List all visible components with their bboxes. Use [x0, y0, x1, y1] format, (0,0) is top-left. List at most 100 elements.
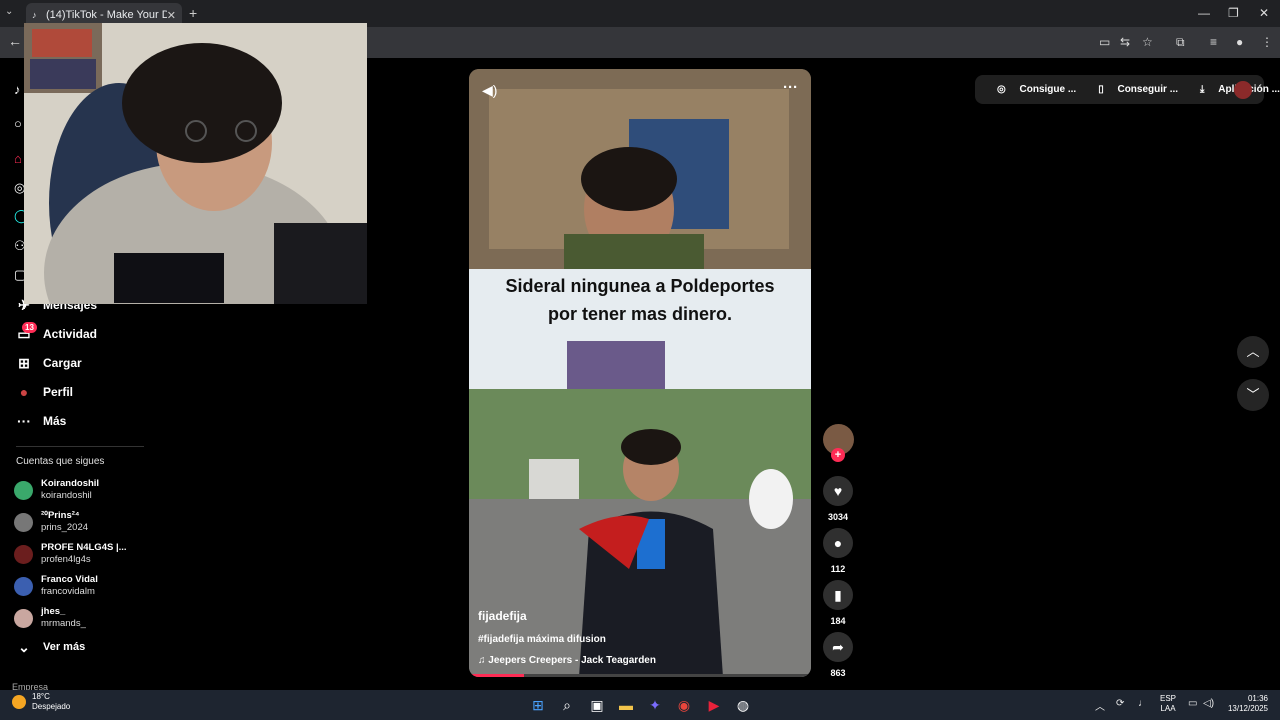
webcam-overlay: [24, 23, 367, 304]
clock-date: 13/12/2025: [1227, 704, 1268, 713]
account-name: Franco Vidal: [41, 574, 98, 585]
sidebar-item-label: Actividad: [43, 327, 98, 341]
minimize-icon[interactable]: —: [1198, 6, 1210, 20]
search-icon[interactable]: ⌕: [557, 695, 577, 715]
share-arrow-icon: ➦: [823, 632, 853, 662]
account-name: Koirandoshil: [41, 478, 100, 489]
get-app-label: Conseguir ...: [1117, 84, 1179, 95]
account-handle: mrmands_: [41, 618, 86, 629]
creator-avatar-button[interactable]: +: [822, 424, 854, 462]
get-coins-button[interactable]: ◎ Consigue ...: [986, 84, 1076, 95]
account-name: ²⁰Prins²⁴: [41, 510, 80, 521]
video-progress-bar[interactable]: [469, 674, 811, 677]
speaker-icon[interactable]: ◁): [1203, 698, 1214, 709]
taskbar: 18°C Despejado ⊞ ⌕ ▣ ▬ ✦ ◉ ▶ ◍ ︿ ⟳ ♩ ESP…: [0, 690, 1280, 720]
comment-count: 112: [830, 564, 846, 574]
clock-time: 01:36: [1247, 694, 1268, 703]
sidebar-item-label: Más: [43, 414, 67, 428]
follow-plus-icon[interactable]: +: [831, 448, 845, 462]
cast-icon[interactable]: ▭: [1099, 35, 1110, 49]
tab-title: (14)TikTok - Make Your Day: [46, 9, 167, 21]
file-explorer-icon[interactable]: ▬: [616, 695, 636, 715]
screen: ⌄ ♪ (14)TikTok - Make Your Day ✕ + — ❐ ✕…: [0, 0, 1280, 720]
account-name: jhes_: [41, 606, 66, 617]
copilot-icon[interactable]: ✦: [645, 695, 665, 715]
download-icon: ⤓: [1200, 84, 1208, 95]
following-title: Cuentas que sigues: [16, 456, 105, 467]
media-player-icon[interactable]: ▶: [704, 695, 724, 715]
notification-badge: 13: [22, 322, 37, 333]
music-title: Jeepers Creepers - Jack Teagarden: [488, 655, 656, 666]
video-top-image: [469, 69, 811, 269]
see-more-button[interactable]: ⌄ Ver más: [16, 637, 85, 657]
next-video-button[interactable]: ﹀: [1237, 379, 1269, 411]
sidebar-item-label: Perfil: [43, 385, 74, 399]
save-button[interactable]: ▮ 184: [822, 580, 854, 626]
profile-icon[interactable]: ●: [1236, 35, 1243, 49]
back-arrow-icon[interactable]: ←: [8, 33, 22, 49]
share-button[interactable]: ➦ 863: [822, 632, 854, 678]
comment-button[interactable]: ● 112: [822, 528, 854, 574]
chevron-up-icon: ︿: [1246, 344, 1260, 359]
task-view-icon[interactable]: ▣: [587, 695, 607, 715]
previous-video-button[interactable]: ︿: [1237, 336, 1269, 368]
following-account[interactable]: Franco Vidal francovidalm: [14, 574, 98, 598]
get-coins-label: Consigue ...: [1019, 84, 1077, 95]
tab-search-icon[interactable]: ⌄: [5, 6, 13, 17]
tab-close-icon[interactable]: ✕: [167, 9, 176, 22]
tiktok-favicon-icon: ♪: [32, 10, 37, 20]
following-account[interactable]: ²⁰Prins²⁴ prins_2024: [14, 510, 88, 534]
system-clock[interactable]: 01:36 13/12/2025: [1226, 694, 1268, 714]
account-handle: francovidalm: [41, 586, 95, 597]
volume-icon[interactable]: ◀): [482, 82, 497, 99]
network-icon[interactable]: ▭: [1188, 698, 1197, 709]
video-player[interactable]: Sideral ningunea a Poldeportes por tener…: [469, 69, 811, 677]
sync-icon[interactable]: ⟳: [1116, 698, 1124, 709]
weather-sun-icon: [12, 695, 26, 709]
language-code: ESP: [1160, 694, 1177, 703]
restore-icon[interactable]: ❐: [1228, 6, 1239, 20]
weather-temp: 18°C: [32, 692, 50, 701]
coin-icon: ◎: [997, 84, 1009, 95]
avatar: [14, 576, 33, 596]
avatar: [14, 608, 33, 628]
windows-start-icon[interactable]: ⊞: [528, 695, 548, 715]
bookmark-star-icon[interactable]: ☆: [1142, 35, 1153, 49]
sidebar-item-mas[interactable]: ··· Más: [16, 411, 66, 431]
sidebar-item-perfil[interactable]: ● Perfil: [16, 382, 73, 402]
like-button[interactable]: ♥ 3034: [822, 476, 854, 522]
avatar: [14, 512, 33, 532]
tray-chevron-icon[interactable]: ︿: [1095, 698, 1105, 713]
reading-list-icon[interactable]: ≡: [1210, 35, 1217, 49]
sidebar-divider: [16, 446, 144, 447]
video-progress-fill: [469, 674, 524, 677]
chrome-icon[interactable]: ◉: [674, 695, 694, 715]
chevron-down-icon: ⌄: [18, 638, 30, 655]
following-account[interactable]: Koirandoshil koirandoshil: [14, 478, 99, 502]
menu-kebab-icon[interactable]: ⋮: [1261, 35, 1273, 49]
obs-icon[interactable]: ◍: [733, 695, 753, 715]
sidebar-item-cargar[interactable]: ⊞ Cargar: [16, 353, 82, 373]
video-music[interactable]: ♫ Jeepers Creepers - Jack Teagarden: [478, 655, 656, 666]
account-handle: koirandoshil: [41, 490, 92, 501]
following-account[interactable]: jhes_ mrmands_: [14, 606, 86, 630]
heart-icon: ♥: [823, 476, 853, 506]
more-options-icon[interactable]: ···: [783, 79, 798, 96]
translate-icon[interactable]: ⇆: [1120, 35, 1130, 49]
weather-widget[interactable]: 18°C Despejado: [12, 692, 70, 712]
new-tab-button[interactable]: +: [189, 5, 197, 21]
weather-condition: Despejado: [32, 702, 71, 711]
account-handle: prins_2024: [41, 522, 89, 533]
microphone-icon[interactable]: ♩: [1138, 698, 1148, 709]
video-caption[interactable]: #fijadefija máxima difusion: [478, 634, 606, 645]
account-name: PROFE N4LG4S |...: [41, 542, 127, 553]
sidebar-item-label: Cargar: [43, 356, 82, 370]
following-account[interactable]: PROFE N4LG4S |... profen4lg4s: [14, 542, 127, 566]
window-close-icon[interactable]: ✕: [1259, 6, 1269, 20]
get-app-button[interactable]: ▯ Conseguir ...: [1087, 84, 1178, 95]
language-indicator[interactable]: ESP LAA: [1160, 694, 1176, 714]
video-author[interactable]: fijadefija: [478, 609, 527, 623]
user-avatar[interactable]: [1234, 81, 1252, 99]
keyboard-layout: LAA: [1160, 704, 1176, 713]
extensions-icon[interactable]: ⧉: [1176, 35, 1185, 50]
